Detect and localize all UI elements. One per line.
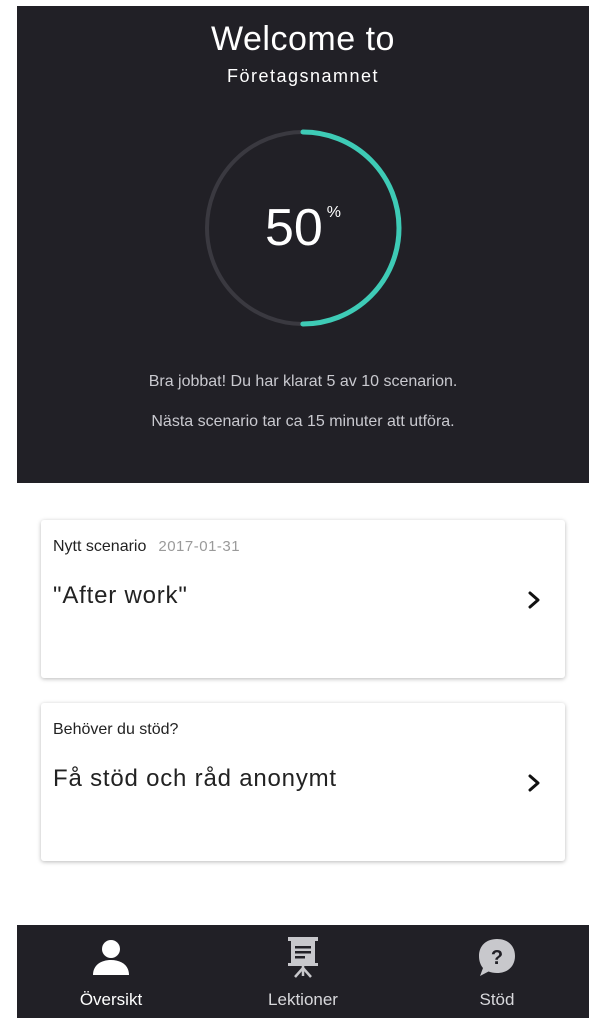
tab-label: Stöd: [479, 990, 515, 1009]
support-card[interactable]: Behöver du stöd? Få stöd och råd anonymt: [41, 703, 565, 861]
svg-text:?: ?: [491, 947, 503, 969]
tab-stod[interactable]: ? Stöd: [427, 925, 567, 1018]
bottom-tab-bar: Översikt Lektioner ? Stöd: [17, 925, 589, 1018]
card-kicker-label: Behöver du stöd?: [53, 721, 179, 738]
company-name: Företagsnamnet: [226, 66, 380, 86]
app-screen: Welcome to Företagsnamnet 50 % Bra jobba…: [0, 0, 592, 1018]
card-kicker: Behöver du stöd?: [53, 721, 178, 739]
person-icon: [93, 940, 129, 975]
new-scenario-card[interactable]: Nytt scenario 2017-01-31 "After work": [41, 520, 565, 678]
tab-oversikt[interactable]: Översikt: [41, 925, 181, 1018]
card-kicker: Nytt scenario 2017-01-31: [53, 538, 240, 556]
scenario-title: "After work": [53, 582, 188, 609]
progress-message: Bra jobbat! Du har klarat 5 av 10 scenar…: [148, 373, 458, 390]
scenario-date: 2017-01-31: [158, 538, 241, 555]
card-kicker-label: Nytt scenario: [53, 538, 147, 555]
chevron-right-icon: [528, 774, 540, 792]
progress-ring: [204, 129, 402, 327]
progress-overview-panel: Welcome to Företagsnamnet 50 % Bra jobba…: [17, 6, 589, 483]
presentation-board-icon: [288, 937, 318, 978]
chevron-right-icon: [528, 591, 540, 609]
support-title: Få stöd och råd anonymt: [53, 765, 337, 792]
tab-label: Lektioner: [268, 990, 338, 1009]
tab-lektioner[interactable]: Lektioner: [233, 925, 373, 1018]
next-scenario-message: Nästa scenario tar ca 15 minuter att utf…: [151, 413, 455, 430]
welcome-title: Welcome to: [211, 20, 395, 58]
tab-label: Översikt: [79, 990, 143, 1009]
question-bubble-icon: ?: [479, 939, 515, 976]
